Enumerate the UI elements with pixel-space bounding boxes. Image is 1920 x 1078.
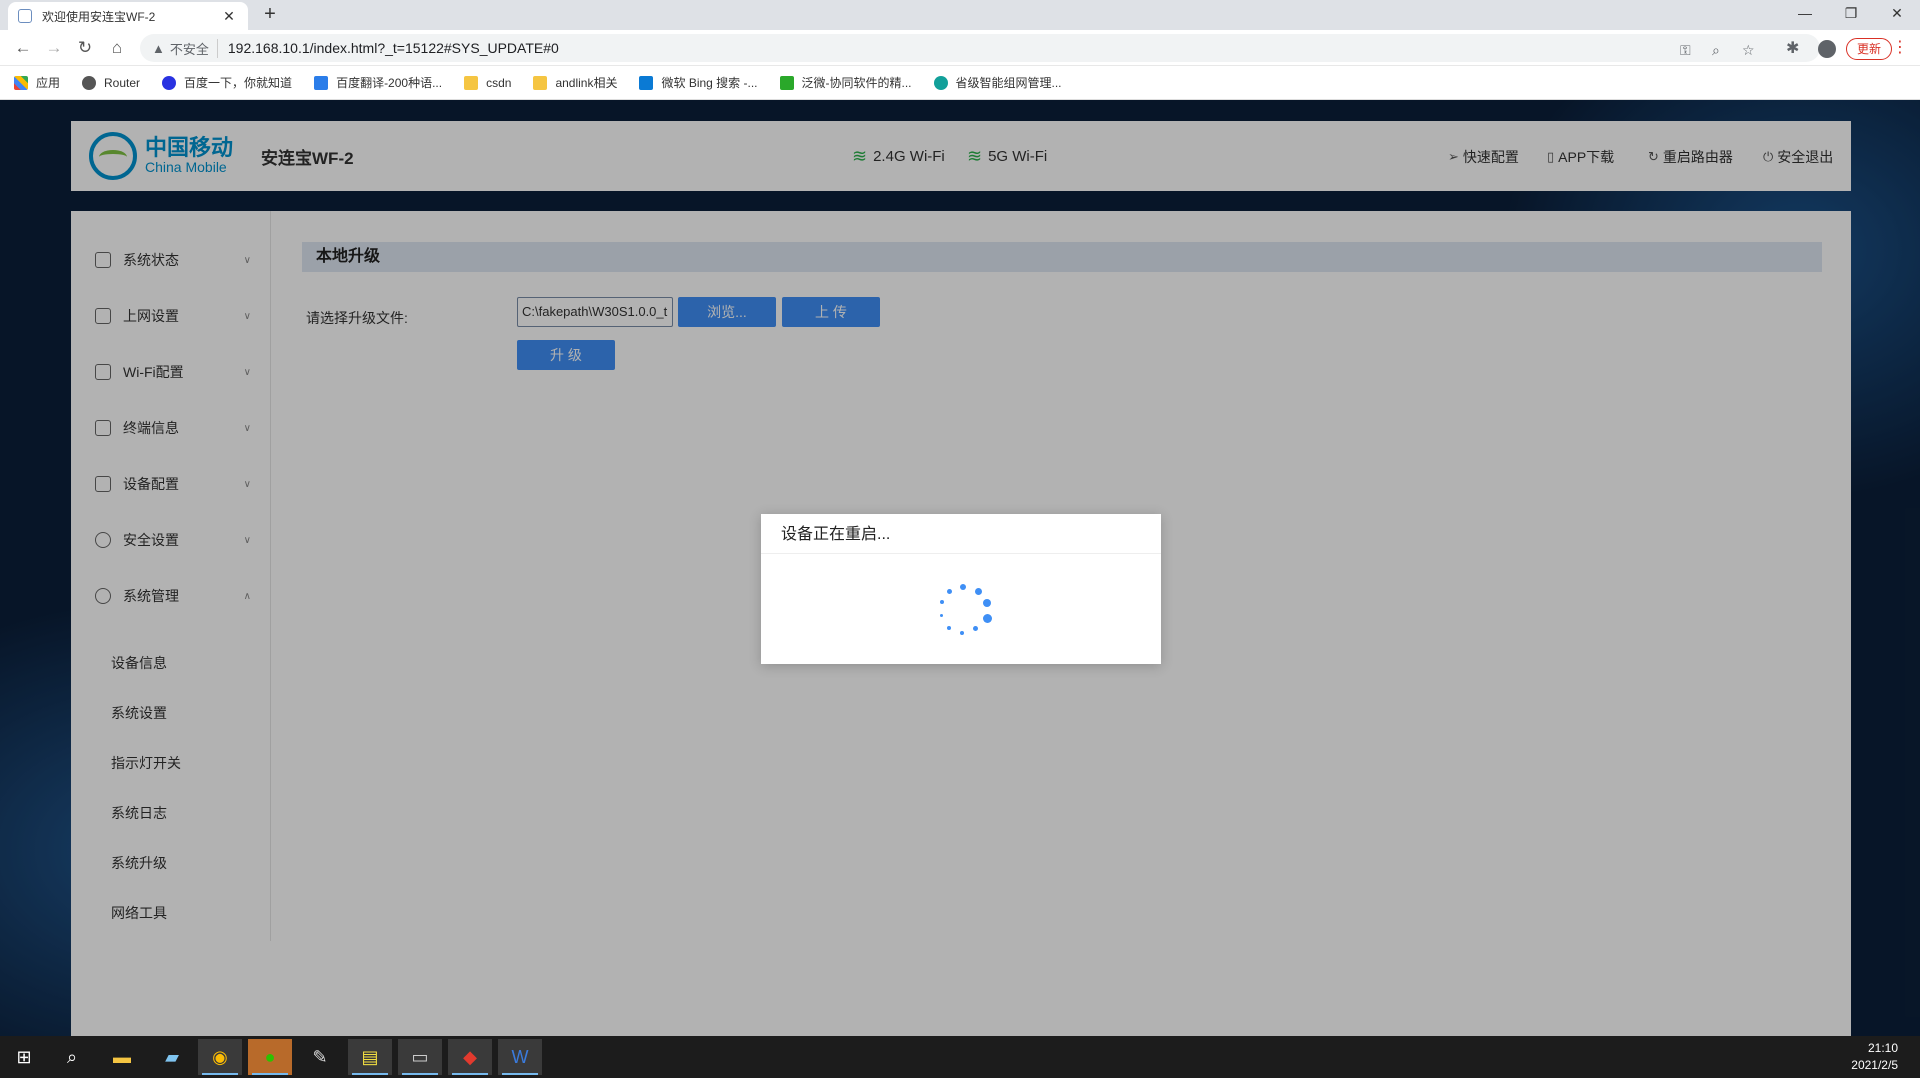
warning-icon: ▲ [152, 40, 165, 56]
clock-date: 2021/2/5 [1851, 1058, 1898, 1072]
address-bar[interactable]: ▲ 不安全 192.168.10.1/index.html?_t=15122#S… [140, 34, 1820, 62]
browser-tab[interactable]: 欢迎使用安连宝WF-2 ✕ [8, 2, 248, 30]
profile-avatar-icon[interactable] [1818, 40, 1836, 58]
bing-icon [639, 75, 654, 90]
windows-start-icon[interactable]: ⊞ [2, 1039, 46, 1075]
word-icon[interactable]: W [498, 1039, 542, 1075]
bookmark-baidu-translate[interactable]: 百度翻译-200种语... [314, 74, 442, 91]
notepad-icon[interactable]: ▰ [150, 1039, 194, 1075]
bookmark-router[interactable]: Router [82, 75, 140, 90]
extensions-icon[interactable]: ✱ [1786, 38, 1799, 58]
folder-icon [533, 75, 548, 90]
baidu-translate-icon [314, 75, 329, 90]
minimize-window-button[interactable]: — [1782, 0, 1828, 28]
zoom-icon[interactable]: ⌕ [1712, 42, 1720, 59]
file-explorer-icon[interactable]: ▬ [100, 1039, 144, 1075]
back-icon[interactable]: ← [10, 36, 36, 60]
weaver-icon [779, 75, 794, 90]
search-icon[interactable]: ⌕ [50, 1039, 94, 1075]
home-icon[interactable]: ⌂ [104, 36, 130, 60]
bookmark-folder-csdn[interactable]: csdn [464, 75, 511, 90]
wechat-icon[interactable]: ● [248, 1039, 292, 1075]
new-tab-button[interactable]: + [258, 3, 282, 27]
bookmark-star-icon[interactable]: ☆ [1742, 42, 1755, 59]
close-tab-icon[interactable]: ✕ [220, 8, 238, 25]
bookmark-bing[interactable]: 微软 Bing 搜索 -... [639, 74, 758, 91]
rebooting-dialog: 设备正在重启... [761, 514, 1161, 664]
browser-tab-bar: 欢迎使用安连宝WF-2 ✕ + — ❐ ✕ [0, 0, 1920, 30]
browser-toolbar: ← → ↻ ⌂ ▲ 不安全 192.168.10.1/index.html?_t… [0, 30, 1920, 66]
restore-window-button[interactable]: ❐ [1828, 0, 1874, 28]
reload-icon[interactable]: ↻ [72, 36, 98, 60]
remote-desktop-icon[interactable]: ▭ [398, 1039, 442, 1075]
bookmark-folder-andlink[interactable]: andlink相关 [533, 74, 617, 91]
chrome-icon[interactable]: ◉ [198, 1039, 242, 1075]
bookmark-network-manager[interactable]: 省级智能组网管理... [933, 74, 1062, 91]
folder-icon [464, 75, 479, 90]
tab-title: 欢迎使用安连宝WF-2 [42, 9, 156, 24]
url-text[interactable]: 192.168.10.1/index.html?_t=15122#SYS_UPD… [228, 40, 559, 56]
key-icon[interactable]: ⚿ [1680, 42, 1691, 59]
notes-icon[interactable]: ▤ [348, 1039, 392, 1075]
bookmarks-bar: 应用 Router 百度一下，你就知道 百度翻译-200种语... csdn a… [0, 66, 1920, 100]
paint-icon[interactable]: ✎ [298, 1039, 342, 1075]
browser-update-button[interactable]: 更新 [1846, 38, 1893, 60]
loading-spinner-icon [936, 584, 992, 640]
baidu-paw-icon [162, 75, 177, 90]
bookmark-baidu[interactable]: 百度一下，你就知道 [162, 74, 292, 91]
pdf-reader-icon[interactable]: ◆ [448, 1039, 492, 1075]
dialog-title: 设备正在重启... [761, 514, 1161, 554]
clock-time: 21:10 [1867, 1041, 1898, 1055]
bookmark-apps[interactable]: 应用 [14, 74, 60, 91]
close-window-button[interactable]: ✕ [1874, 0, 1920, 28]
forward-icon[interactable]: → [41, 36, 67, 60]
bookmark-weaver[interactable]: 泛微-协同软件的精... [779, 74, 912, 91]
browser-menu-icon[interactable]: ⋮ [1892, 38, 1908, 58]
apps-grid-icon [14, 75, 28, 90]
page-favicon-icon [18, 9, 32, 23]
system-clock[interactable]: 21:10 2021/2/5 [1851, 1040, 1898, 1074]
network-icon [933, 75, 948, 90]
globe-icon [82, 75, 97, 90]
windows-taskbar: ⊞ ⌕ ▬ ▰ ◉ ● ✎ ▤ ▭ ◆ W 21:10 2021/2/5 [0, 1036, 1920, 1078]
security-label[interactable]: 不安全 [170, 38, 218, 58]
